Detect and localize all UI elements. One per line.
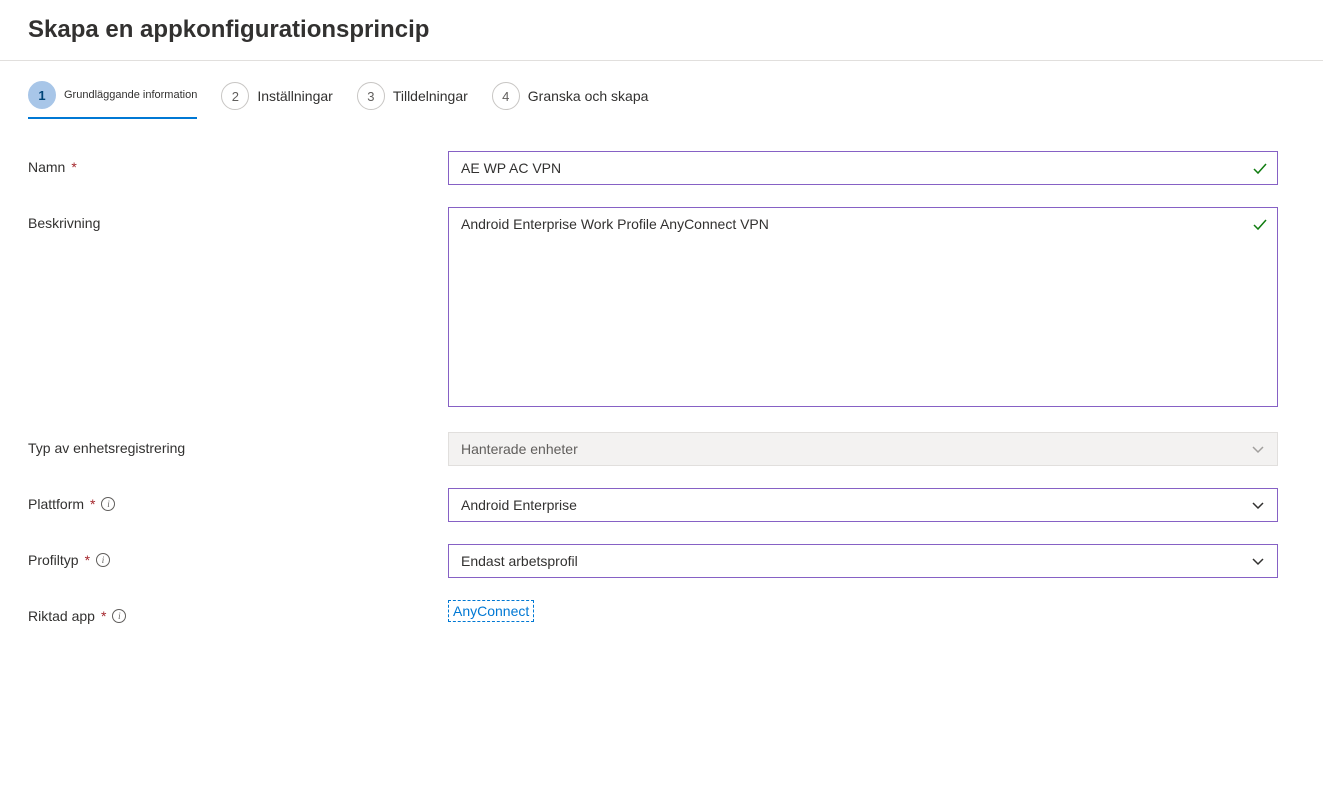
- select-value: Endast arbetsprofil: [461, 553, 578, 569]
- required-star-icon: *: [71, 159, 76, 175]
- form-row-profile-type: Profiltyp * i Endast arbetsprofil: [28, 544, 1295, 578]
- required-star-icon: *: [101, 608, 106, 624]
- step-number-icon: 4: [492, 82, 520, 110]
- info-icon[interactable]: i: [112, 609, 126, 623]
- wizard-step-settings[interactable]: 2 Inställningar: [221, 82, 333, 118]
- form-row-platform: Plattform * i Android Enterprise: [28, 488, 1295, 522]
- checkmark-icon: [1252, 217, 1268, 233]
- targeted-app-label: Riktad app * i: [28, 600, 448, 624]
- checkmark-icon: [1252, 161, 1268, 177]
- label-text: Namn: [28, 159, 65, 175]
- form-row-description: Beskrivning: [28, 207, 1295, 410]
- select-value: Android Enterprise: [461, 497, 577, 513]
- chevron-down-icon: [1251, 554, 1265, 568]
- label-text: Beskrivning: [28, 215, 100, 231]
- targeted-app-link[interactable]: AnyConnect: [448, 600, 534, 622]
- platform-label: Plattform * i: [28, 488, 448, 512]
- form-row-enrollment-type: Typ av enhetsregistrering Hanterade enhe…: [28, 432, 1295, 466]
- select-value: Hanterade enheter: [461, 441, 578, 457]
- step-label: Inställningar: [257, 88, 333, 104]
- content-area: 1 Grundläggande information 2 Inställnin…: [0, 61, 1323, 666]
- label-text: Plattform: [28, 496, 84, 512]
- wizard-step-review[interactable]: 4 Granska och skapa: [492, 82, 649, 118]
- label-text: Riktad app: [28, 608, 95, 624]
- step-label: Grundläggande information: [64, 89, 197, 101]
- enrollment-type-label: Typ av enhetsregistrering: [28, 432, 448, 456]
- profile-type-select[interactable]: Endast arbetsprofil: [448, 544, 1278, 578]
- info-icon[interactable]: i: [96, 553, 110, 567]
- form-row-targeted-app: Riktad app * i AnyConnect: [28, 600, 1295, 624]
- name-label: Namn *: [28, 151, 448, 175]
- wizard-step-basics[interactable]: 1 Grundläggande information: [28, 81, 197, 119]
- required-star-icon: *: [85, 552, 90, 568]
- page-title: Skapa en appkonfigurationsprincip: [28, 16, 1295, 44]
- form-row-name: Namn *: [28, 151, 1295, 185]
- chevron-down-icon: [1251, 498, 1265, 512]
- description-textarea[interactable]: [448, 207, 1278, 407]
- name-input[interactable]: [448, 151, 1278, 185]
- step-number-icon: 3: [357, 82, 385, 110]
- info-icon[interactable]: i: [101, 497, 115, 511]
- chevron-down-icon: [1251, 442, 1265, 456]
- label-text: Typ av enhetsregistrering: [28, 440, 185, 456]
- wizard-steps: 1 Grundläggande information 2 Inställnin…: [28, 81, 1295, 119]
- platform-select[interactable]: Android Enterprise: [448, 488, 1278, 522]
- label-text: Profiltyp: [28, 552, 79, 568]
- page-header: Skapa en appkonfigurationsprincip: [0, 0, 1323, 61]
- wizard-step-assignments[interactable]: 3 Tilldelningar: [357, 82, 468, 118]
- step-number-icon: 2: [221, 82, 249, 110]
- profile-type-label: Profiltyp * i: [28, 544, 448, 568]
- step-label: Granska och skapa: [528, 88, 649, 104]
- enrollment-type-select: Hanterade enheter: [448, 432, 1278, 466]
- step-number-icon: 1: [28, 81, 56, 109]
- description-label: Beskrivning: [28, 207, 448, 231]
- step-label: Tilldelningar: [393, 88, 468, 104]
- required-star-icon: *: [90, 496, 95, 512]
